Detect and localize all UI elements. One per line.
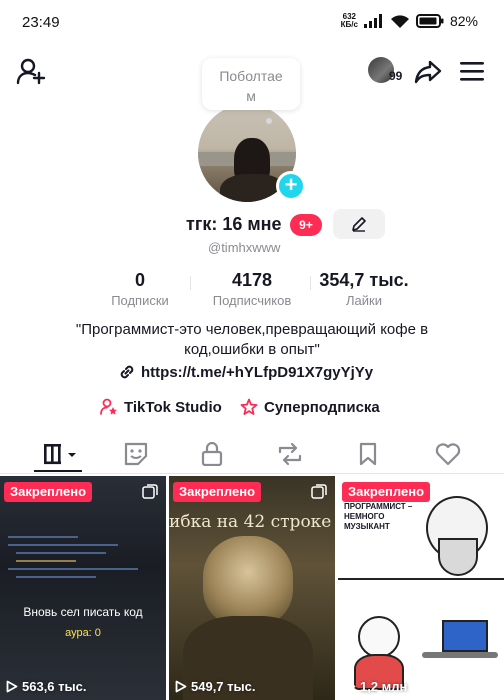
view-count: 549,7 тыс. — [175, 679, 255, 694]
stat-divider — [190, 276, 191, 290]
add-friend-icon[interactable] — [16, 58, 46, 86]
status-bar: 23:49 632 КБ/с 82% — [0, 0, 504, 44]
profile-link[interactable]: https://t.me/+hYLfpD91X7gyYjYy — [118, 363, 373, 381]
profile-viewers-button[interactable]: 99 — [368, 57, 408, 87]
tab-stickers-icon[interactable] — [122, 442, 150, 466]
wifi-icon — [390, 14, 409, 28]
add-story-plus-icon[interactable]: + — [276, 171, 306, 201]
video-caption: ПРОГРАММИСТ – НЕМНОГО МУЗЫКАНТ — [344, 502, 413, 531]
menu-icon[interactable] — [460, 60, 484, 82]
profile-link-text: https://t.me/+hYLfpD91X7gyYjYy — [141, 363, 374, 381]
video-thumbnail[interactable]: Закреплено Вновь сел писать код аура: 0 … — [0, 476, 166, 700]
profile-name: тгк: 16 мне — [186, 214, 282, 234]
stat-following[interactable]: 0 Подписки — [100, 269, 180, 310]
battery-percent: 82% — [449, 13, 478, 29]
tab-videos-grid-icon[interactable] — [42, 442, 80, 466]
active-tab-indicator — [34, 470, 82, 472]
edit-profile-button[interactable] — [333, 209, 385, 239]
battery-icon — [415, 14, 444, 28]
notification-badge[interactable]: 9+ — [290, 214, 322, 236]
play-icon — [6, 680, 18, 693]
person-star-icon — [100, 398, 117, 415]
pencil-icon — [352, 217, 366, 232]
content-tabs — [0, 432, 504, 474]
signal-icon — [363, 14, 382, 28]
tab-favorites-bookmark-icon[interactable] — [354, 442, 382, 466]
status-time: 23:49 — [22, 14, 60, 31]
tiktok-studio-button[interactable]: TikTok Studio — [100, 398, 222, 416]
bubble-dot — [266, 118, 272, 124]
photo-mode-icon — [311, 484, 327, 499]
pinned-badge: Закреплено — [173, 482, 262, 502]
chat-bubble[interactable]: Поболтае м — [202, 58, 300, 110]
view-count: 563,6 тыс. — [6, 679, 86, 694]
network-speed: 632 КБ/с — [340, 12, 358, 29]
video-caption: ибка на 42 строке — [169, 512, 332, 532]
profile-bio: "Программист-это человек,превращающий ко… — [75, 321, 429, 358]
photo-mode-icon — [480, 484, 496, 499]
viewers-count: 99 — [389, 69, 403, 83]
stat-likes[interactable]: 354,7 тыс. Лайки — [312, 269, 416, 310]
view-count: 1,2 млн — [344, 679, 407, 694]
stat-followers[interactable]: 4178 Подписчиков — [200, 269, 304, 310]
play-icon — [175, 680, 187, 693]
star-icon — [240, 398, 258, 415]
stat-divider — [310, 276, 311, 290]
profile-handle: @timhxwww — [208, 240, 281, 255]
link-icon — [120, 365, 134, 379]
bubble-text: Поболтае м — [219, 68, 283, 104]
pinned-badge: Закреплено — [342, 482, 431, 502]
share-icon[interactable] — [414, 58, 442, 86]
video-caption: Вновь сел писать код — [23, 605, 143, 619]
video-thumbnail[interactable]: ибка на 42 строке Закреплено 549,7 тыс. — [169, 476, 335, 700]
play-icon — [344, 680, 356, 693]
pinned-badge: Закреплено — [4, 482, 93, 502]
tab-private-lock-icon[interactable] — [198, 442, 226, 466]
tab-reposts-icon[interactable] — [276, 442, 304, 466]
video-thumbnail[interactable]: ПРОГРАММИСТ – НЕМНОГО МУЗЫКАНТ Закреплен… — [338, 476, 504, 700]
photo-mode-icon — [142, 484, 158, 499]
status-indicators: 632 КБ/с 82% — [340, 12, 478, 30]
tab-liked-heart-icon[interactable] — [434, 442, 462, 466]
video-subcaption: аура: 0 — [65, 627, 101, 639]
super-subscription-button[interactable]: Суперподписка — [240, 398, 380, 416]
